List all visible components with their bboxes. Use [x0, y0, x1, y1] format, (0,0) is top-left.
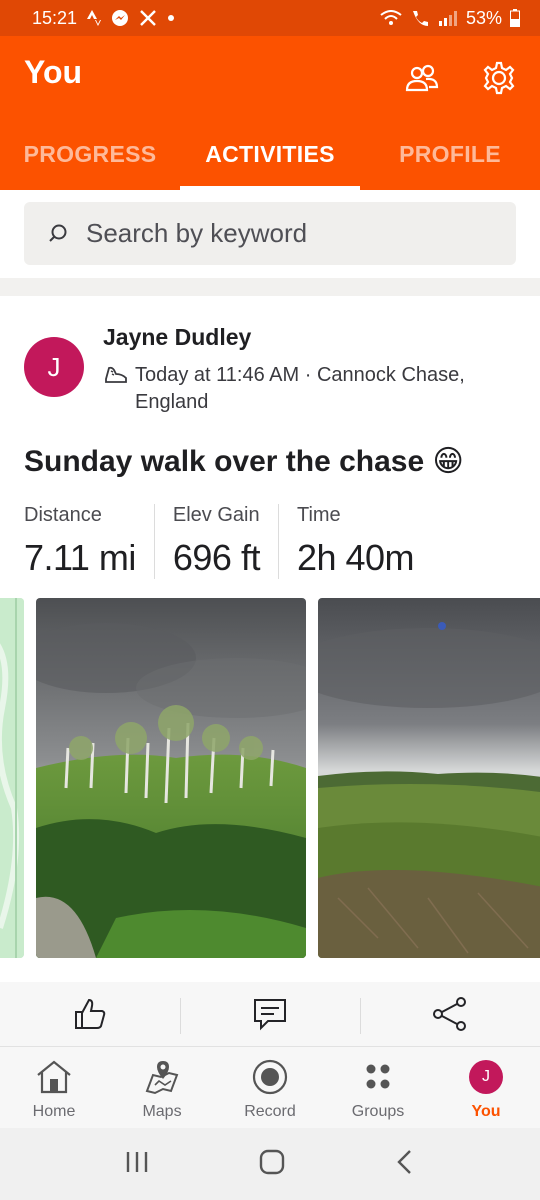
athlete-name[interactable]: Jayne Dudley: [103, 324, 251, 351]
stat-elevation: Elev Gain 696 ft: [153, 504, 278, 579]
stat-value: 7.11 mi: [24, 537, 136, 578]
find-friends-button[interactable]: [402, 58, 442, 98]
search-icon: [49, 224, 67, 242]
status-bar: 15:21 53%: [0, 0, 540, 36]
strava-notification-icon: [87, 10, 102, 26]
nav-label: Maps: [142, 1103, 182, 1120]
activity-photo[interactable]: [318, 598, 540, 958]
search-section: Search by keyword: [0, 190, 540, 278]
home-icon: [37, 1060, 71, 1094]
tab-bar: PROGRESS ACTIVITIES PROFILE: [0, 132, 540, 190]
signal-icon: [438, 10, 458, 26]
share-button[interactable]: [360, 982, 540, 1046]
tab-progress[interactable]: PROGRESS: [0, 132, 180, 190]
kudos-button[interactable]: [0, 982, 180, 1046]
nav-record[interactable]: Record: [216, 1047, 324, 1128]
walking-shoe-icon: [105, 366, 127, 383]
back-button[interactable]: [394, 1148, 416, 1181]
tab-activities[interactable]: ACTIVITIES: [180, 132, 360, 190]
nav-maps[interactable]: Maps: [108, 1047, 216, 1128]
stat-value: 696 ft: [172, 537, 261, 578]
media-carousel[interactable]: [0, 598, 540, 958]
athlete-avatar[interactable]: J: [24, 337, 84, 397]
activity-location-country: England: [135, 391, 209, 413]
route-map-thumbnail[interactable]: [0, 598, 24, 958]
activity-stats: Distance 7.11 mi Elev Gain 696 ft Time 2…: [24, 504, 432, 579]
page-title: You: [24, 54, 83, 90]
maps-icon: [145, 1061, 179, 1095]
search-input[interactable]: Search by keyword: [24, 202, 516, 265]
share-icon: [433, 997, 466, 1031]
wifi-icon: [380, 10, 402, 26]
back-icon: [397, 1149, 411, 1174]
activity-actions: [0, 982, 540, 1046]
activity-datetime-location: Today at 11:46 AM · Cannock Chase,: [135, 364, 465, 386]
battery-percent: 53%: [465, 7, 502, 28]
nav-groups[interactable]: Groups: [324, 1047, 432, 1128]
dot-icon: [167, 14, 175, 22]
record-icon: [252, 1059, 288, 1095]
groups-icon: [366, 1064, 390, 1089]
settings-button[interactable]: [479, 58, 519, 98]
avatar: J: [469, 1060, 503, 1094]
recent-apps-icon: [126, 1151, 148, 1172]
comment-icon: [254, 999, 286, 1031]
nav-you[interactable]: J You: [432, 1047, 540, 1128]
home-circle-icon: [259, 1149, 285, 1174]
nav-home[interactable]: Home: [0, 1047, 108, 1128]
activity-meta: Today at 11:46 AM · Cannock Chase, Engla…: [103, 362, 513, 416]
activity-title[interactable]: Sunday walk over the chase 😁: [24, 444, 464, 479]
messenger-icon: [111, 9, 129, 27]
stat-label: Time: [296, 504, 341, 526]
home-system-button[interactable]: [258, 1148, 286, 1181]
nav-label: You: [471, 1103, 501, 1120]
battery-icon: [510, 9, 520, 27]
stat-distance: Distance 7.11 mi: [24, 504, 154, 579]
wifi-calling-icon: [410, 9, 430, 27]
tab-profile[interactable]: PROFILE: [360, 132, 540, 190]
status-time: 15:21: [32, 7, 78, 28]
nav-label: Groups: [351, 1103, 405, 1120]
thumbs-up-icon: [75, 998, 106, 1029]
stat-time: Time 2h 40m: [277, 504, 432, 579]
gear-icon: [483, 61, 515, 95]
app-header: You PROGRESS ACTIVITIES PROFILE: [0, 36, 540, 190]
activity-card[interactable]: J Jayne Dudley Today at 11:46 AM · Canno…: [0, 296, 540, 1046]
system-navigation-bar: [0, 1128, 540, 1200]
nav-label: Record: [244, 1103, 296, 1120]
bottom-navigation: Home Maps Record Groups J You: [0, 1046, 540, 1128]
x-icon: [139, 9, 157, 27]
comment-button[interactable]: [180, 982, 360, 1046]
stat-label: Elev Gain: [172, 504, 260, 526]
activity-photo[interactable]: [36, 598, 306, 958]
friends-icon: [405, 64, 439, 92]
nav-label: Home: [32, 1103, 76, 1120]
stat-label: Distance: [24, 504, 102, 526]
recent-apps-button[interactable]: [124, 1149, 150, 1180]
search-placeholder: Search by keyword: [86, 218, 308, 248]
stat-value: 2h 40m: [296, 537, 415, 578]
